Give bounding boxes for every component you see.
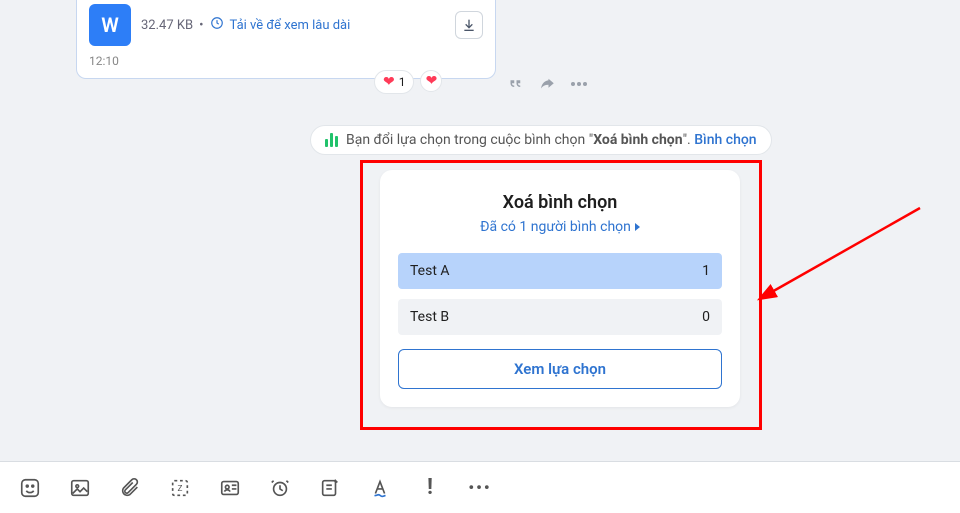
- attachment-icon[interactable]: [118, 476, 142, 500]
- reaction-count: 1: [399, 75, 406, 89]
- poll-subtitle-link[interactable]: Đã có 1 người bình chọn: [398, 219, 722, 235]
- download-button[interactable]: [455, 11, 483, 39]
- poll-icon: [325, 133, 338, 147]
- heart-icon: ❤: [426, 73, 438, 89]
- chevron-right-icon: [635, 223, 640, 231]
- file-ext-letter: W: [101, 13, 119, 37]
- poll-subtitle-text: Đã có 1 người bình chọn: [480, 219, 631, 235]
- priority-icon[interactable]: !: [418, 476, 442, 500]
- poll-option[interactable]: Test A 1: [398, 253, 722, 289]
- heart-icon: ❤: [383, 74, 395, 90]
- system-notice: Bạn đổi lựa chọn trong cuộc bình chọn "X…: [310, 125, 772, 155]
- task-icon[interactable]: [318, 476, 342, 500]
- quote-icon[interactable]: [505, 74, 525, 94]
- message-actions: [505, 74, 589, 94]
- poll-option-count: 0: [702, 309, 710, 325]
- notice-poll-name: Xoá bình chọn: [593, 132, 682, 148]
- reaction-heart-count[interactable]: ❤ 1: [374, 70, 414, 94]
- poll-options: Test A 1 Test B 0: [398, 253, 722, 335]
- alarm-icon[interactable]: [268, 476, 292, 500]
- poll-option-label: Test A: [410, 263, 450, 279]
- svg-text:Z: Z: [178, 483, 183, 493]
- notice-text: Bạn đổi lựa chọn trong cuộc bình chọn "X…: [346, 132, 757, 148]
- poll-card: Xoá bình chọn Đã có 1 người bình chọn Te…: [380, 170, 740, 407]
- file-row: W 32.47 KB • Tải về để xem lâu dài: [89, 0, 483, 46]
- poll-title: Xoá bình chọn: [398, 192, 722, 213]
- screenshot-icon[interactable]: Z: [168, 476, 192, 500]
- file-size: 32.47 KB: [141, 18, 193, 33]
- poll-option-count: 1: [702, 263, 710, 279]
- add-reaction-button[interactable]: ❤: [420, 70, 442, 92]
- image-icon[interactable]: [68, 476, 92, 500]
- download-note[interactable]: Tải về để xem lâu dài: [230, 18, 351, 33]
- text-format-icon[interactable]: [368, 476, 392, 500]
- view-choices-button[interactable]: Xem lựa chọn: [398, 349, 722, 389]
- word-file-icon: W: [89, 4, 131, 46]
- reactions-bar: ❤ 1 ❤: [374, 70, 442, 94]
- message-timestamp: 12:10: [89, 54, 483, 68]
- more-tools-icon[interactable]: •••: [468, 476, 492, 500]
- poll-option[interactable]: Test B 0: [398, 299, 722, 335]
- notice-suffix: ".: [683, 132, 695, 148]
- more-icon[interactable]: [569, 74, 589, 94]
- dot-separator: •: [199, 18, 203, 33]
- notice-link[interactable]: Bình chọn: [694, 132, 756, 148]
- annotation-arrow: [750, 198, 940, 308]
- file-message: W 32.47 KB • Tải về để xem lâu dài 12:10: [76, 0, 496, 79]
- poll-option-label: Test B: [410, 309, 449, 325]
- notice-prefix: Bạn đổi lựa chọn trong cuộc bình chọn ": [346, 132, 593, 148]
- contact-card-icon[interactable]: [218, 476, 242, 500]
- clock-icon: [210, 16, 224, 34]
- sticker-icon[interactable]: [18, 476, 42, 500]
- forward-icon[interactable]: [537, 74, 557, 94]
- composer-toolbar: Z ! •••: [0, 461, 960, 513]
- file-meta: 32.47 KB • Tải về để xem lâu dài: [141, 16, 445, 34]
